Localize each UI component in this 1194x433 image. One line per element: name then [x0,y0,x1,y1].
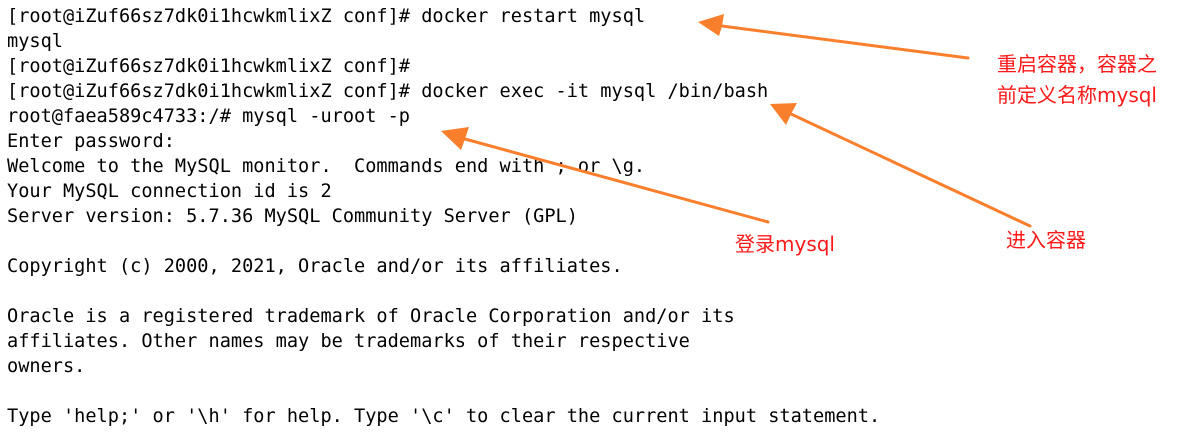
login-note: 登录mysql [735,232,835,256]
enter-note: 进入容器 [1006,228,1086,252]
arrow-login [441,127,770,224]
arrow-restart [698,14,970,60]
arrow-login-shaft [463,137,770,224]
restart-note-line2: 前定义名称mysql [997,83,1157,107]
arrow-login-head [441,127,469,150]
arrow-enter-shaft [789,112,1032,228]
arrow-restart-shaft [720,24,970,60]
arrow-restart-head [698,14,724,36]
restart-note-line1: 重启容器，容器之 [997,52,1157,76]
arrow-enter [770,103,1032,228]
